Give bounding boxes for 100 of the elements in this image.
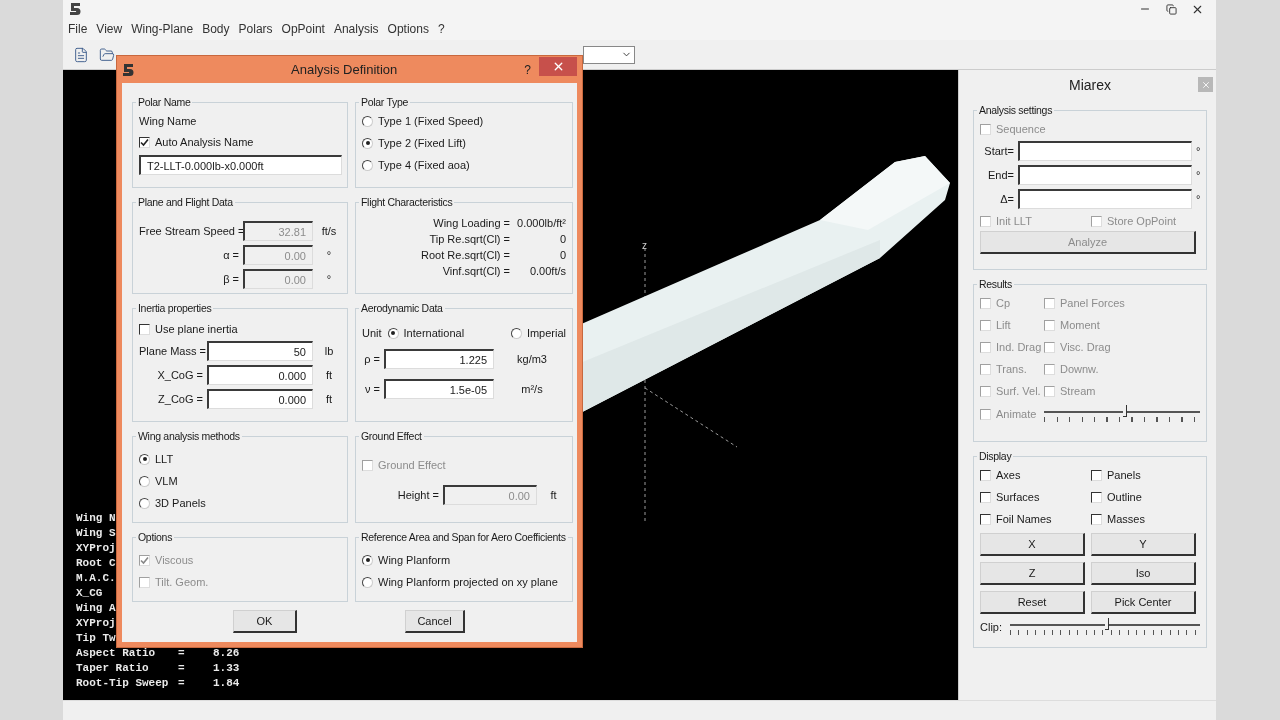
group-title: Analysis settings bbox=[978, 104, 1054, 116]
field-label: Height = bbox=[396, 489, 439, 501]
clip-label: Clip: bbox=[980, 621, 1002, 633]
field-label: Δ= bbox=[999, 193, 1014, 205]
info-label: Aspect Ratio bbox=[76, 646, 156, 661]
dialog-button[interactable]: Cancel bbox=[405, 610, 465, 633]
checkbox-label: Outline bbox=[1107, 491, 1142, 503]
view-button[interactable]: Z bbox=[980, 562, 1085, 585]
checkbox[interactable] bbox=[1091, 469, 1102, 481]
group-title: Results bbox=[978, 278, 1013, 290]
checkbox[interactable] bbox=[1091, 513, 1102, 525]
checkbox-label: Surfaces bbox=[996, 491, 1040, 503]
group-title: Ground Effect bbox=[360, 430, 423, 442]
text-field[interactable]: 0.000 bbox=[207, 365, 313, 385]
view-button[interactable]: Reset bbox=[980, 591, 1085, 614]
radio-button[interactable] bbox=[139, 453, 150, 465]
checkbox-label: Foil Names bbox=[996, 513, 1052, 525]
text-field[interactable]: 1.5e-05 bbox=[384, 379, 494, 399]
menu-item[interactable]: Analysis bbox=[333, 22, 379, 36]
radio-button[interactable] bbox=[362, 576, 373, 588]
axis-label: z bbox=[642, 240, 647, 251]
info-label: M.A.C. bbox=[76, 571, 116, 586]
menu-item[interactable]: File bbox=[68, 22, 88, 36]
radio-label: International bbox=[403, 327, 465, 339]
wing-name-label: Wing Name bbox=[139, 115, 197, 127]
info-label: XYProj bbox=[76, 541, 116, 556]
checkbox[interactable] bbox=[980, 469, 991, 481]
dialog-button[interactable]: OK bbox=[233, 610, 297, 633]
radio-button[interactable] bbox=[362, 137, 373, 149]
info-label: X_CG bbox=[76, 586, 103, 601]
checkbox[interactable] bbox=[139, 323, 150, 335]
view-button[interactable]: Y bbox=[1091, 533, 1196, 556]
info-label: Tip Tw bbox=[76, 631, 116, 646]
unit-label: Unit bbox=[362, 327, 382, 339]
checkbox-label: Panel Forces bbox=[1060, 297, 1125, 309]
checkbox-label: Tilt. Geom. bbox=[155, 576, 209, 588]
info-label: XYProj bbox=[76, 616, 116, 631]
result-value: 0 bbox=[558, 249, 566, 261]
result-label: Vinf.sqrt(Cl) = bbox=[441, 265, 510, 277]
view-button[interactable]: Iso bbox=[1091, 562, 1196, 585]
checkbox-label: Viscous bbox=[155, 554, 194, 566]
group-title: Polar Type bbox=[360, 96, 409, 108]
text-field[interactable] bbox=[1018, 189, 1192, 209]
info-label: Wing N bbox=[76, 511, 116, 526]
checkbox-label: Animate bbox=[996, 408, 1037, 420]
menu-item[interactable]: ? bbox=[437, 22, 445, 36]
radio-button[interactable] bbox=[510, 327, 522, 339]
result-label: Root Re.sqrt(Cl) = bbox=[420, 249, 510, 261]
radio-label: Type 1 (Fixed Speed) bbox=[378, 115, 484, 127]
view-button[interactable]: X bbox=[980, 533, 1085, 556]
menu-item[interactable]: Body bbox=[202, 22, 230, 36]
info-label: Root-Tip Sweep bbox=[76, 676, 169, 691]
restore-icon bbox=[1165, 3, 1177, 15]
menu-item[interactable]: View bbox=[96, 22, 123, 36]
radio-button[interactable] bbox=[362, 159, 373, 171]
checkbox[interactable] bbox=[980, 513, 991, 525]
checkbox[interactable] bbox=[1091, 491, 1102, 503]
text-field[interactable]: 50 bbox=[207, 341, 313, 361]
checkbox-label: Auto Analysis Name bbox=[155, 136, 254, 148]
checkbox-label: Sequence bbox=[996, 123, 1046, 135]
unit-label: ° bbox=[326, 273, 333, 285]
field-label: ν = bbox=[364, 383, 380, 395]
menu-item[interactable]: Wing-Plane bbox=[131, 22, 194, 36]
result-value: 0 bbox=[558, 233, 566, 245]
group-title: Aerodynamic Data bbox=[360, 302, 444, 314]
view-button[interactable]: Pick Center bbox=[1091, 591, 1196, 614]
menu-item[interactable]: Polars bbox=[238, 22, 273, 36]
checkbox-label: Surf. Vel. bbox=[996, 385, 1041, 397]
unit-label: ° bbox=[1196, 145, 1201, 157]
checkbox-label: Cp bbox=[996, 297, 1011, 309]
unit-label: ft bbox=[550, 489, 558, 501]
radio-button[interactable] bbox=[362, 554, 373, 566]
dropdown[interactable] bbox=[583, 45, 635, 64]
app-logo-icon bbox=[69, 2, 81, 16]
text-field[interactable] bbox=[1018, 141, 1192, 161]
checkbox[interactable] bbox=[980, 491, 991, 503]
radio-button[interactable] bbox=[387, 327, 399, 339]
result-label: Tip Re.sqrt(Cl) = bbox=[428, 233, 510, 245]
unit-label: kg/m3 bbox=[517, 353, 548, 365]
menu-item[interactable]: OpPoint bbox=[281, 22, 325, 36]
info-value: 8.26 bbox=[213, 646, 240, 661]
radio-button[interactable] bbox=[139, 475, 150, 487]
radio-button[interactable] bbox=[362, 115, 373, 127]
result-label: Wing Loading = bbox=[432, 217, 510, 229]
checkbox-label: Trans. bbox=[996, 363, 1027, 375]
checkbox[interactable] bbox=[139, 136, 150, 148]
equals-sign: = bbox=[178, 661, 186, 676]
info-label: Wing S bbox=[76, 526, 116, 541]
slider-thumb[interactable] bbox=[1123, 404, 1128, 417]
text-field[interactable]: 0.000 bbox=[207, 389, 313, 409]
text-field[interactable]: T2-LLT-0.000lb-x0.000ft bbox=[139, 155, 342, 175]
text-field[interactable] bbox=[1018, 165, 1192, 185]
unit-label: ft/s bbox=[321, 225, 338, 237]
radio-button[interactable] bbox=[139, 497, 150, 509]
text-field[interactable]: 1.225 bbox=[384, 349, 494, 369]
field-label: Start= bbox=[983, 145, 1014, 157]
menu-item[interactable]: Options bbox=[387, 22, 429, 36]
info-label: Root C bbox=[76, 556, 116, 571]
slider-thumb[interactable] bbox=[1104, 617, 1109, 630]
group-title: Display bbox=[978, 450, 1013, 462]
